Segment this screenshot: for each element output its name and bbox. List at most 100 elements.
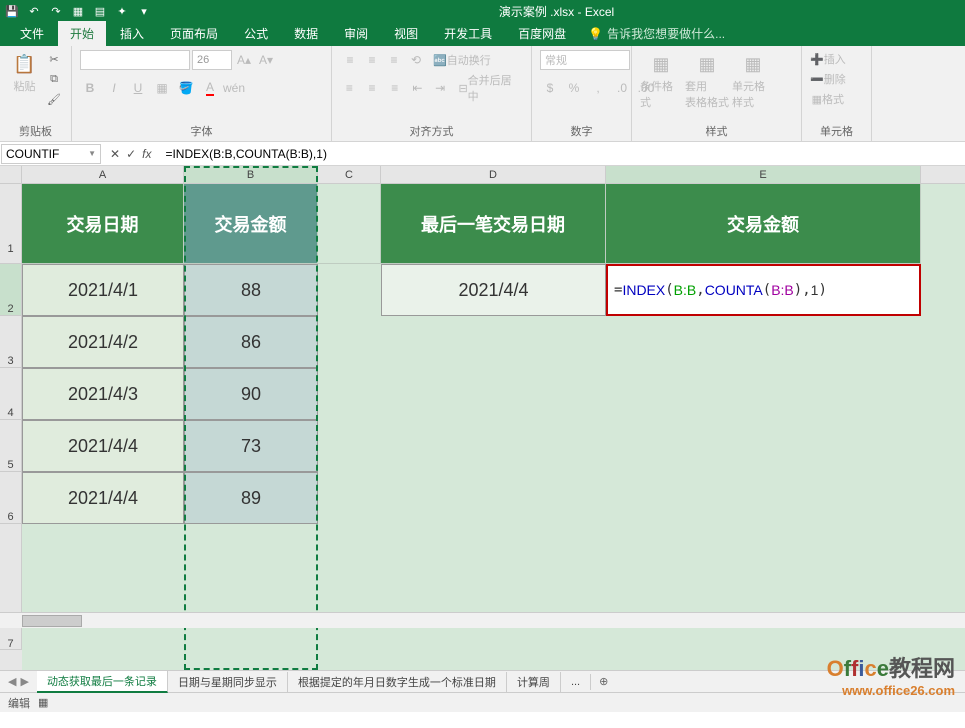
increase-font-icon[interactable]: A▴ [234, 50, 254, 70]
cell-d2[interactable]: 2021/4/4 [381, 264, 606, 316]
worksheet-grid[interactable]: A B C D E 1 2 3 4 5 6 7 交易日期 交易金额 最后一笔交易… [0, 166, 965, 670]
cell-b1[interactable]: 交易金额 [184, 184, 318, 264]
italic-button[interactable]: I [104, 78, 124, 98]
sheet-tab-1[interactable]: 动态获取最后一条记录 [37, 671, 168, 693]
fill-color-icon[interactable]: 🪣 [176, 78, 196, 98]
row-header-4[interactable]: 4 [0, 368, 22, 420]
font-color-icon[interactable]: A [200, 78, 220, 98]
format-table-button[interactable]: ▦套用 表格格式 [686, 50, 728, 110]
format-cells-button[interactable]: ▦ 格式 [810, 90, 846, 108]
select-all-button[interactable] [0, 166, 22, 183]
horizontal-scrollbar[interactable] [0, 612, 965, 628]
align-top-icon[interactable]: ≡ [340, 50, 360, 70]
col-header-c[interactable]: C [318, 166, 381, 183]
sheet-tab-more[interactable]: ... [561, 674, 591, 690]
tab-review[interactable]: 审阅 [332, 21, 380, 46]
tell-me[interactable]: 💡 告诉我您想要做什么... [580, 21, 733, 46]
cell-e2-editing[interactable]: =INDEX(B:B,COUNTA(B:B),1) [606, 264, 921, 316]
border-icon[interactable]: ▦ [152, 78, 172, 98]
cell-e1[interactable]: 交易金额 [606, 184, 921, 264]
copy-icon[interactable]: ⧉ [45, 70, 63, 88]
font-name-select[interactable] [80, 50, 190, 70]
tab-insert[interactable]: 插入 [108, 21, 156, 46]
align-left-icon[interactable]: ≡ [340, 78, 359, 98]
font-size-select[interactable] [192, 50, 232, 70]
paste-button[interactable]: 📋 粘贴 [8, 50, 41, 94]
col-header-e[interactable]: E [606, 166, 921, 183]
qat-icon[interactable]: ▤ [92, 3, 108, 19]
align-bottom-icon[interactable]: ≡ [384, 50, 404, 70]
tab-view[interactable]: 视图 [382, 21, 430, 46]
indent-right-icon[interactable]: ⇥ [431, 78, 450, 98]
undo-icon[interactable]: ↶ [26, 3, 42, 19]
cell-c1[interactable] [318, 184, 381, 264]
tab-developer[interactable]: 开发工具 [432, 21, 504, 46]
cell-b6[interactable]: 89 [184, 472, 318, 524]
format-painter-icon[interactable]: 🖌 [45, 90, 63, 108]
col-header-a[interactable]: A [22, 166, 184, 183]
cell-styles-button[interactable]: ▦单元格样式 [732, 50, 774, 110]
sheet-tab-3[interactable]: 根据提定的年月日数字生成一个标准日期 [288, 672, 507, 692]
orientation-icon[interactable]: ⟲ [406, 50, 426, 70]
row-header-5[interactable]: 5 [0, 420, 22, 472]
qat-icon[interactable]: ▦ [70, 3, 86, 19]
align-center-icon[interactable]: ≡ [363, 78, 382, 98]
row-header-6[interactable]: 6 [0, 472, 22, 524]
conditional-format-button[interactable]: ▦条件格式 [640, 50, 682, 110]
row-header-1[interactable]: 1 [0, 184, 22, 264]
redo-icon[interactable]: ↷ [48, 3, 64, 19]
tab-home[interactable]: 开始 [58, 21, 106, 46]
underline-button[interactable]: U [128, 78, 148, 98]
insert-cells-button[interactable]: ➕ 插入 [810, 50, 846, 68]
sheet-nav-next-icon[interactable]: ▶ [20, 675, 28, 688]
qat-icon[interactable]: ✦ [114, 3, 130, 19]
scrollbar-thumb[interactable] [22, 615, 82, 627]
increase-decimal-icon[interactable]: .0 [612, 78, 632, 98]
cell-b3[interactable]: 86 [184, 316, 318, 368]
cell-d1[interactable]: 最后一笔交易日期 [381, 184, 606, 264]
cell-a3[interactable]: 2021/4/2 [22, 316, 184, 368]
cancel-icon[interactable]: ✕ [110, 147, 120, 161]
bold-button[interactable]: B [80, 78, 100, 98]
macro-record-icon[interactable]: ▦ [38, 696, 48, 709]
percent-icon[interactable]: % [564, 78, 584, 98]
row-header-3[interactable]: 3 [0, 316, 22, 368]
tab-file[interactable]: 文件 [8, 21, 56, 46]
col-header-d[interactable]: D [381, 166, 606, 183]
cut-icon[interactable]: ✂ [45, 50, 63, 68]
save-icon[interactable]: 💾 [4, 3, 20, 19]
tab-page-layout[interactable]: 页面布局 [158, 21, 230, 46]
enter-icon[interactable]: ✓ [126, 147, 136, 161]
comma-icon[interactable]: , [588, 78, 608, 98]
cell-b4[interactable]: 90 [184, 368, 318, 420]
cell-a5[interactable]: 2021/4/4 [22, 420, 184, 472]
align-middle-icon[interactable]: ≡ [362, 50, 382, 70]
cell-b5[interactable]: 73 [184, 420, 318, 472]
merge-center-button[interactable]: ⊟ 合并后居中 [453, 78, 523, 98]
delete-cells-button[interactable]: ➖ 删除 [810, 70, 846, 88]
cell-a1[interactable]: 交易日期 [22, 184, 184, 264]
decrease-font-icon[interactable]: A▾ [256, 50, 276, 70]
col-header-b[interactable]: B [184, 166, 318, 183]
indent-left-icon[interactable]: ⇤ [408, 78, 427, 98]
cell-b2[interactable]: 88 [184, 264, 318, 316]
formula-input[interactable]: =INDEX(B:B,COUNTA(B:B),1) [159, 147, 965, 161]
fx-icon[interactable]: fx [142, 147, 151, 161]
tab-formulas[interactable]: 公式 [232, 21, 280, 46]
cell-a6[interactable]: 2021/4/4 [22, 472, 184, 524]
cell-a4[interactable]: 2021/4/3 [22, 368, 184, 420]
add-sheet-icon[interactable]: ⊕ [591, 675, 616, 688]
sheet-nav-prev-icon[interactable]: ◀ [8, 675, 16, 688]
sheet-tab-2[interactable]: 日期与星期同步显示 [168, 672, 288, 692]
phonetic-icon[interactable]: wén [224, 78, 244, 98]
sheet-tab-4[interactable]: 计算周 [507, 672, 561, 692]
row-header-7[interactable]: 7 [0, 524, 22, 650]
name-box[interactable]: COUNTIF ▼ [1, 144, 101, 164]
qat-dropdown-icon[interactable]: ▾ [136, 3, 152, 19]
align-right-icon[interactable]: ≡ [385, 78, 404, 98]
tab-data[interactable]: 数据 [282, 21, 330, 46]
wrap-text-button[interactable]: 🔤 自动换行 [428, 50, 496, 70]
number-format-select[interactable] [540, 50, 630, 70]
cell-a2[interactable]: 2021/4/1 [22, 264, 184, 316]
currency-icon[interactable]: $ [540, 78, 560, 98]
